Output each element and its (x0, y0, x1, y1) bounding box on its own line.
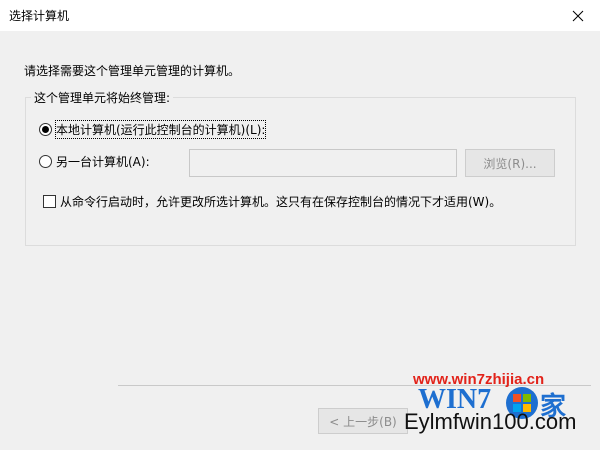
allow-change-label: 从命令行启动时，允许更改所选计算机。这只有在保存控制台的情况下才适用(W)。 (60, 195, 502, 209)
window-title: 选择计算机 (9, 9, 70, 23)
remote-computer-option[interactable]: 另一台计算机(A): (39, 153, 150, 170)
local-computer-radio[interactable] (39, 123, 52, 136)
groupbox-label: 这个管理单元将始终管理: (31, 89, 174, 106)
close-icon (572, 10, 584, 21)
remote-computer-input[interactable] (189, 149, 457, 177)
browse-button[interactable]: 浏览(R)... (465, 149, 555, 177)
instruction-text: 请选择需要这个管理单元管理的计算机。 (24, 64, 241, 78)
close-button[interactable] (556, 0, 600, 31)
back-button[interactable]: < 上一步(B) (318, 408, 408, 434)
title-bar: 选择计算机 (0, 0, 600, 31)
local-computer-option[interactable]: 本地计算机(运行此控制台的计算机)(L): (39, 120, 267, 139)
allow-change-option[interactable]: 从命令行启动时，允许更改所选计算机。这只有在保存控制台的情况下才适用(W)。 (43, 193, 501, 210)
allow-change-checkbox[interactable] (43, 195, 56, 208)
remote-computer-label: 另一台计算机(A): (56, 155, 150, 169)
local-computer-label: 本地计算机(运行此控制台的计算机)(L): (54, 120, 267, 139)
watermark-url-bottom: Eylmfwin100.com (404, 409, 577, 434)
remote-computer-radio[interactable] (39, 155, 52, 168)
